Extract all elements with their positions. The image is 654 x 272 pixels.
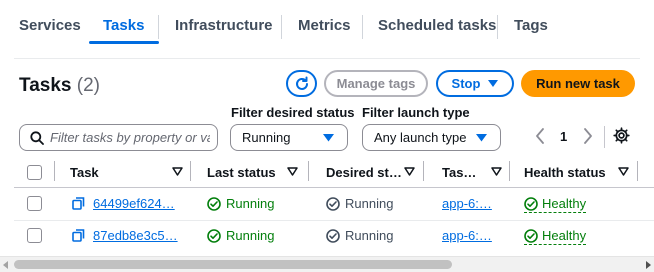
desired-status-text: Running bbox=[345, 228, 394, 243]
search-icon bbox=[30, 130, 44, 145]
stop-button-label: Stop bbox=[451, 76, 481, 91]
previous-page-icon[interactable] bbox=[535, 128, 545, 144]
table-header-divider bbox=[14, 187, 654, 188]
tab-bar: Services Tasks Infrastructure Metrics Sc… bbox=[0, 0, 654, 44]
last-status-text: Running bbox=[226, 228, 275, 243]
tab-tasks[interactable]: Tasks bbox=[103, 17, 144, 34]
search-field[interactable] bbox=[19, 124, 218, 151]
row-divider bbox=[14, 220, 654, 221]
health-status[interactable]: Healthy bbox=[524, 196, 587, 213]
scroll-right-arrow-icon[interactable] bbox=[646, 261, 651, 269]
manage-tags-button[interactable]: Manage tags bbox=[324, 70, 428, 97]
health-status[interactable]: Healthy bbox=[524, 228, 587, 245]
title-text: Tasks bbox=[19, 75, 72, 96]
column-divider bbox=[509, 161, 510, 181]
tab-divider bbox=[362, 15, 363, 39]
sort-icon[interactable] bbox=[491, 167, 502, 176]
copy-icon[interactable] bbox=[72, 229, 85, 242]
caret-down-icon bbox=[323, 134, 334, 142]
health-status-text: Healthy bbox=[542, 196, 587, 211]
page-title: Tasks (2) bbox=[19, 75, 100, 97]
column-header-last-status[interactable]: Last status bbox=[207, 165, 276, 180]
row-checkbox[interactable] bbox=[27, 196, 42, 211]
current-page[interactable]: 1 bbox=[560, 129, 567, 144]
column-header-task[interactable]: Task bbox=[70, 165, 99, 180]
next-page-icon[interactable] bbox=[583, 128, 593, 144]
sort-icon[interactable] bbox=[618, 167, 629, 176]
task-cell: 64499ef624… bbox=[72, 196, 175, 211]
task-count: (2) bbox=[76, 75, 100, 96]
tab-divider bbox=[497, 15, 498, 39]
check-circle-icon bbox=[207, 228, 221, 243]
desired-status: Running bbox=[326, 196, 393, 211]
check-circle-icon bbox=[326, 196, 340, 211]
stop-button[interactable]: Stop bbox=[436, 70, 514, 97]
launch-type-value: Any launch type bbox=[374, 130, 467, 145]
run-new-task-button[interactable]: Run new task bbox=[521, 70, 635, 97]
sort-icon[interactable] bbox=[287, 167, 298, 176]
search-input[interactable] bbox=[50, 130, 210, 145]
task-cell: 87edb8e3c5… bbox=[72, 228, 178, 243]
task-definition-link[interactable]: app-6:… bbox=[442, 196, 492, 211]
tab-infrastructure[interactable]: Infrastructure bbox=[175, 17, 273, 34]
pagination-divider bbox=[604, 126, 605, 148]
desired-status-text: Running bbox=[345, 196, 394, 211]
desired-status-value: Running bbox=[242, 130, 291, 145]
column-divider bbox=[54, 161, 55, 181]
task-definition-link[interactable]: app-6:… bbox=[442, 228, 492, 243]
launch-type-label: Filter launch type bbox=[362, 105, 470, 120]
refresh-button[interactable] bbox=[286, 70, 317, 97]
sort-icon[interactable] bbox=[172, 167, 183, 176]
check-circle-icon bbox=[207, 196, 221, 211]
tab-divider bbox=[281, 15, 282, 39]
column-divider bbox=[190, 161, 191, 181]
refresh-icon bbox=[295, 76, 308, 90]
active-tab-indicator bbox=[89, 41, 159, 44]
tab-metrics[interactable]: Metrics bbox=[298, 17, 351, 34]
copy-icon[interactable] bbox=[72, 197, 85, 210]
sort-icon[interactable] bbox=[404, 167, 415, 176]
column-divider bbox=[637, 161, 638, 181]
column-header-health-status[interactable]: Health status bbox=[524, 165, 606, 180]
health-status-text: Healthy bbox=[542, 228, 587, 243]
scrollbar-thumb[interactable] bbox=[14, 260, 452, 269]
tab-tags[interactable]: Tags bbox=[514, 17, 548, 34]
column-header-desired-status[interactable]: Desired st… bbox=[326, 165, 402, 180]
select-all-checkbox[interactable] bbox=[27, 165, 42, 180]
task-id-link[interactable]: 64499ef624… bbox=[93, 196, 175, 211]
check-circle-icon bbox=[524, 196, 538, 211]
desired-status: Running bbox=[326, 228, 393, 243]
tab-divider bbox=[158, 15, 159, 39]
gear-icon[interactable] bbox=[613, 127, 630, 144]
task-id-link[interactable]: 87edb8e3c5… bbox=[93, 228, 178, 243]
tab-services[interactable]: Services bbox=[19, 17, 81, 34]
horizontal-scrollbar[interactable] bbox=[0, 256, 654, 272]
last-status-text: Running bbox=[226, 196, 275, 211]
caret-down-icon bbox=[476, 134, 487, 142]
column-divider bbox=[423, 161, 424, 181]
caret-down-icon bbox=[488, 79, 499, 87]
row-checkbox[interactable] bbox=[27, 228, 42, 243]
scroll-left-arrow-icon[interactable] bbox=[3, 261, 8, 269]
tab-scheduled-tasks[interactable]: Scheduled tasks bbox=[378, 17, 496, 34]
last-status: Running bbox=[207, 228, 274, 243]
check-circle-icon bbox=[524, 228, 538, 243]
last-status: Running bbox=[207, 196, 274, 211]
column-header-task-definition[interactable]: Tas… bbox=[442, 165, 476, 180]
tabs-divider bbox=[14, 58, 640, 59]
launch-type-select[interactable]: Any launch type bbox=[362, 124, 501, 151]
desired-status-select[interactable]: Running bbox=[230, 124, 348, 151]
desired-status-label: Filter desired status bbox=[231, 105, 355, 120]
column-divider bbox=[308, 161, 309, 181]
check-circle-icon bbox=[326, 228, 340, 243]
